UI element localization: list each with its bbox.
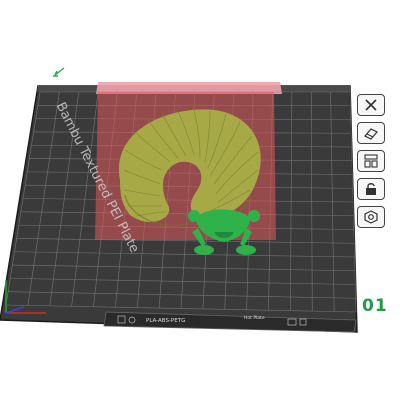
close-icon	[365, 99, 377, 111]
plate-number: 01	[362, 296, 388, 316]
build-plate-viewport[interactable]	[0, 0, 400, 400]
orient-tool-button[interactable]	[357, 122, 385, 144]
lock-icon	[366, 183, 376, 195]
arrange-tool-button[interactable]	[357, 150, 385, 172]
plate-toolbar	[357, 94, 389, 228]
edit-pencil-icon[interactable]	[53, 67, 65, 77]
filament-info: PLA-ABS-PETG	[146, 318, 186, 324]
orient-icon	[364, 128, 378, 140]
settings-tool-button[interactable]	[357, 206, 385, 228]
close-tool-button[interactable]	[357, 94, 385, 116]
gear-icon	[364, 210, 378, 224]
arrange-icon	[364, 154, 378, 168]
plate-tag-label: Hot Plate	[244, 316, 265, 321]
lock-tool-button[interactable]	[357, 178, 385, 200]
